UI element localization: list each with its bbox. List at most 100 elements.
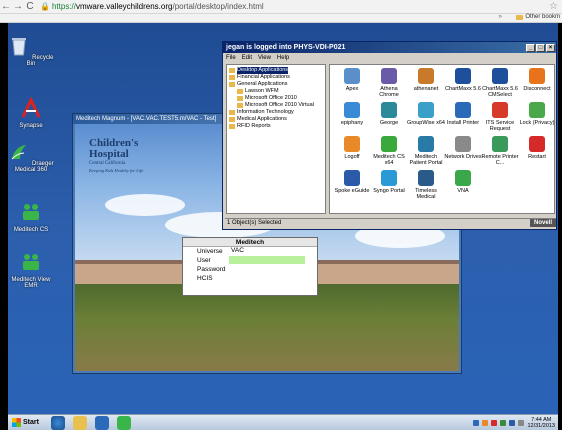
user-field[interactable] (229, 256, 305, 264)
app-shortcut[interactable]: Meditech CS x64 (370, 136, 408, 166)
maximize-button[interactable]: □ (536, 43, 545, 52)
tree-node-label: Information Technology (237, 109, 294, 115)
tray-icon[interactable] (482, 419, 489, 426)
app-shortcut[interactable]: ChartMaxx 5.6 CMSelect (481, 68, 519, 98)
tree-node-label: Microsoft Office 2010 Virtual (245, 102, 314, 108)
app-shortcut[interactable]: Athena Chrome (370, 68, 408, 98)
desktop-icon-synapse[interactable]: Synapse (8, 96, 54, 129)
speaker-icon[interactable] (518, 419, 525, 426)
app-shortcut[interactable]: VNA (444, 170, 482, 194)
tree-node-label: Medical Applications (237, 116, 287, 122)
meditech-taskbar-icon[interactable] (116, 415, 131, 430)
app-shortcut[interactable]: ITS Service Request (481, 102, 519, 132)
app-shortcut[interactable]: epiphany (333, 102, 371, 126)
menu-bar: File Edit View Help (223, 53, 556, 62)
folder-icon (237, 89, 243, 94)
password-field[interactable] (229, 265, 305, 273)
start-button[interactable]: Start (8, 416, 43, 430)
folder-icon (229, 117, 235, 122)
tree-node-label: Financial Applications (237, 74, 290, 80)
app-launcher-window[interactable]: jegan is logged into PHYS-VDI-P021 _ □ ×… (222, 41, 557, 230)
close-button[interactable]: × (546, 43, 555, 52)
app-label: Apex (345, 86, 359, 92)
meditech-view-icon (23, 254, 39, 270)
app-shortcut[interactable]: ChartMaxx 5.6 (444, 68, 482, 92)
lock-icon: 🔒 (40, 2, 50, 11)
app-shortcut[interactable]: GroupWise x64 (407, 102, 445, 126)
tree-node[interactable]: Medical Applications (229, 116, 323, 123)
app-icon (492, 136, 508, 152)
tray-icon[interactable] (500, 419, 507, 426)
minimize-button[interactable]: _ (526, 43, 535, 52)
menu-help[interactable]: Help (277, 55, 289, 61)
tree-node[interactable]: Information Technology (229, 109, 323, 116)
app-shortcut[interactable]: Logoff (333, 136, 371, 160)
app-label: ChartMaxx 5.6 CMSelect (482, 86, 518, 98)
app-shortcut[interactable]: Disconnect (518, 68, 556, 92)
login-label: User (197, 257, 211, 264)
app-shortcut[interactable]: athenanet (407, 68, 445, 92)
app-shortcut[interactable]: Spoke eGuide (333, 170, 371, 194)
app-shortcut[interactable]: Meditech Patient Portal (407, 136, 445, 166)
tree-node[interactable]: Microsoft Office 2010 (229, 95, 323, 102)
address-bar[interactable]: 🔒 https:// vmware.valleychildrens.org /p… (40, 2, 264, 11)
app-shortcut[interactable]: Lock (Privacy) (518, 102, 556, 126)
back-icon[interactable]: ← (0, 1, 12, 12)
hospital-logo: Children's Hospital Central California K… (89, 138, 169, 174)
tray-icon[interactable] (509, 419, 516, 426)
desktop-icon-recycle-bin[interactable]: Recycle Bin (8, 35, 54, 67)
desktop-icon-meditech-view[interactable]: Meditech View EMR (8, 251, 54, 289)
app-launcher-taskbar-icon[interactable] (94, 415, 109, 430)
app-launcher-title-bar[interactable]: jegan is logged into PHYS-VDI-P021 _ □ × (223, 42, 556, 53)
app-shortcut[interactable]: Install Printer (444, 102, 482, 126)
app-label: Lock (Privacy) (519, 120, 555, 126)
tree-node[interactable]: Microsoft Office 2010 Virtual (229, 102, 323, 109)
app-icon (344, 68, 360, 84)
file-explorer-icon[interactable] (72, 415, 87, 430)
system-tray: 7:44 AM 12/31/2013 (473, 416, 558, 430)
menu-view[interactable]: View (258, 55, 271, 61)
tray-icon[interactable] (473, 419, 480, 426)
clock[interactable]: 7:44 AM 12/31/2013 (527, 417, 555, 429)
app-icon (418, 136, 434, 152)
draeger-icon (11, 145, 27, 160)
tree-node[interactable]: General Applications (229, 81, 323, 88)
login-row-password: Password (183, 265, 317, 274)
hcis-field[interactable] (229, 274, 305, 282)
tray-icon[interactable] (491, 419, 498, 426)
app-shortcut[interactable]: Network Drives (444, 136, 482, 160)
logo-line-2: Hospital (89, 148, 129, 160)
other-bookmarks-label: Other bookm (525, 14, 560, 20)
app-label: Timeless Medical (415, 188, 437, 200)
menu-file[interactable]: File (226, 55, 236, 61)
app-label: Athena Chrome (379, 86, 399, 98)
universe-field[interactable]: VAC (229, 247, 305, 255)
app-shortcut[interactable]: Syngo Portal (370, 170, 408, 194)
desktop-icon-meditech-cs[interactable]: Meditech CS (8, 201, 54, 233)
app-shortcut[interactable]: Apex (333, 68, 371, 92)
app-label: Disconnect (523, 86, 551, 92)
app-shortcut[interactable]: Remote Printer C... (481, 136, 519, 166)
tree-node[interactable]: Financial Applications (229, 74, 323, 81)
app-shortcut[interactable]: Timeless Medical (407, 170, 445, 200)
tree-node[interactable]: Desktop Applications (229, 67, 323, 74)
folder-tree: Desktop Applications Financial Applicatio… (226, 64, 326, 214)
meditech-title: Meditech Magnum - [VAC.VAC.TEST5.m/VAC -… (76, 116, 217, 122)
app-shortcut[interactable]: Restart (518, 136, 556, 160)
internet-explorer-icon[interactable] (50, 415, 65, 430)
other-bookmarks[interactable]: Other bookm (516, 14, 560, 20)
desktop-icon-draeger[interactable]: Draeger Medical 360 (8, 141, 54, 173)
reload-icon[interactable]: C (24, 1, 36, 12)
clock-time: 7:44 AM (531, 416, 552, 423)
app-shortcut[interactable]: George (370, 102, 408, 126)
recycle-bin-icon (12, 38, 27, 56)
app-label: Restart (528, 154, 546, 160)
tree-node[interactable]: Lawson WFM (229, 88, 323, 95)
tree-node-label: Desktop Applications (237, 67, 289, 74)
tree-node-label: Microsoft Office 2010 (245, 95, 297, 101)
tree-node[interactable]: RFID Reports (229, 123, 323, 130)
menu-edit[interactable]: Edit (242, 55, 252, 61)
forward-icon[interactable]: → (12, 1, 24, 12)
bookmarks-more[interactable]: » (499, 14, 502, 20)
bookmark-star-icon[interactable]: ☆ (549, 1, 558, 12)
